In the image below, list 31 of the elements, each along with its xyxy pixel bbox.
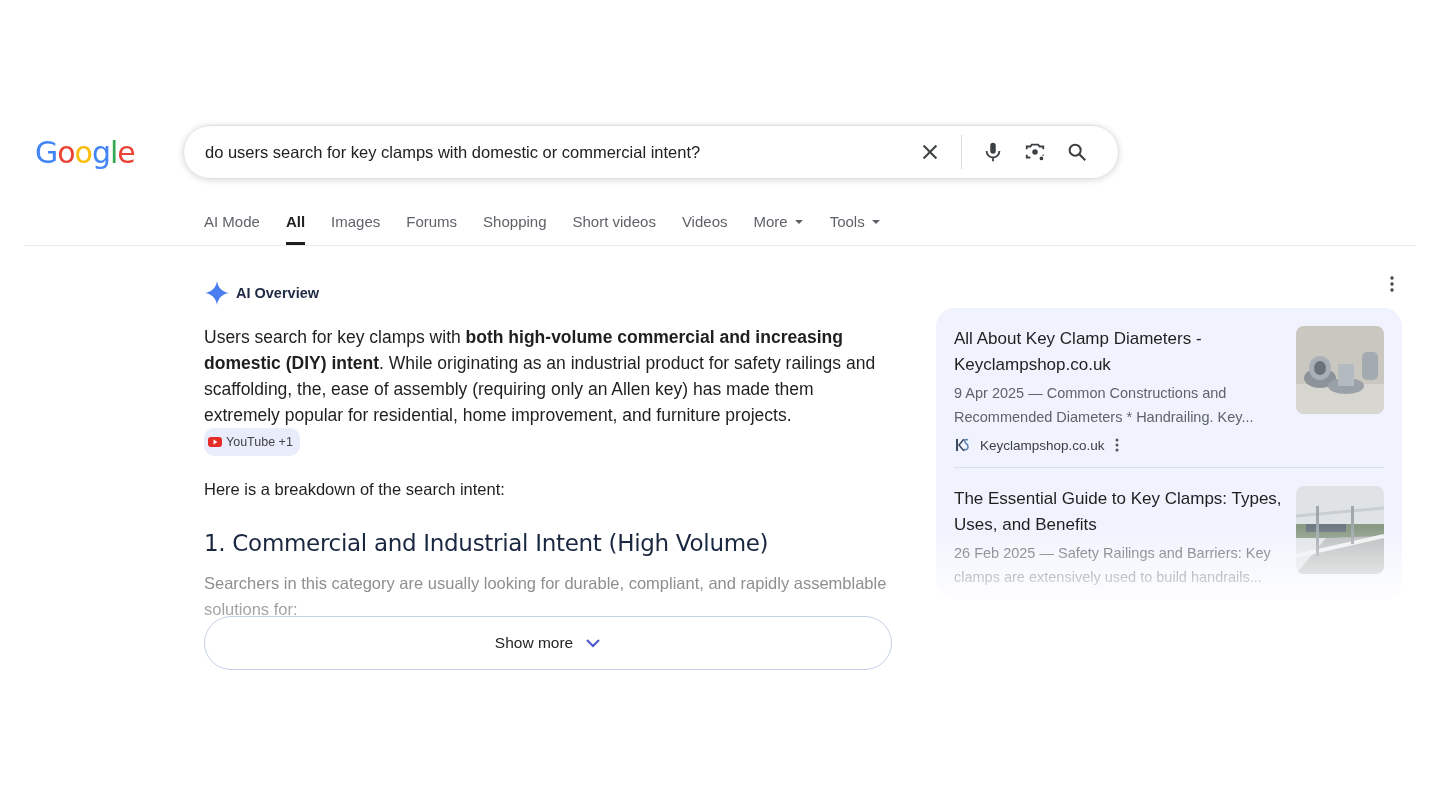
source-chip[interactable]: YouTube +1: [204, 428, 300, 456]
section-heading: 1. Commercial and Industrial Intent (High Volume): [204, 530, 770, 556]
google-logo[interactable]: Google: [35, 134, 183, 170]
source-title[interactable]: The Essential Guide to Key Clamps: Types, Uses, and Benefits: [954, 486, 1284, 538]
site-name[interactable]: Keyclampshop.co.uk: [980, 437, 1105, 453]
video-play-icon: [208, 437, 222, 447]
search-tab[interactable]: Videos: [681, 213, 728, 245]
search-icon[interactable]: [1066, 141, 1088, 163]
search-tab[interactable]: Short videos: [572, 213, 656, 245]
search-tab[interactable]: More: [753, 213, 804, 245]
more-options-icon[interactable]: [1390, 276, 1394, 292]
source-title[interactable]: All About Key Clamp Diameters - Keyclampshop.co.uk: [954, 326, 1284, 378]
search-tab[interactable]: AI Mode: [204, 213, 260, 245]
source-snippet: 26 Feb 2025 — Safety Railings and Barriers: Key clamps are extensively used to build handrails...: [954, 544, 1272, 587]
more-options-icon[interactable]: [1114, 438, 1119, 452]
site-favicon-icon: [954, 437, 970, 453]
search-tab[interactable]: Shopping: [483, 213, 547, 245]
search-tab[interactable]: Tools: [829, 213, 881, 245]
ai-overview-title: AI Overview: [236, 285, 319, 301]
caret-icon[interactable]: [870, 218, 881, 225]
source-snippet: 9 Apr 2025 — Common Constructions and Recommended Diameters * Handrailing. Key...: [954, 384, 1255, 427]
show-more-button[interactable]: Show more: [204, 616, 892, 670]
search-tab[interactable]: Forums: [406, 213, 458, 245]
chevron-down-icon: [585, 638, 602, 648]
caret-icon[interactable]: [793, 218, 804, 225]
intro-text: Here is a breakdown of the search intent:: [204, 479, 506, 500]
summary-text: Users search for key clamps with both high-volume commercial and increasing domestic (DIY) intent. While originating as an industrial product for safety railings and scaffolding, the, ease of assembly (requiring only an Allen key) has made them extremely popular for residential, home improvement, and furniture projects. YouTube +1: [204, 324, 892, 456]
camera-icon[interactable]: [1024, 141, 1046, 163]
search-query[interactable]: do users search for key clamps with domestic or commercial intent?: [205, 142, 899, 162]
sparkle-icon: [204, 280, 230, 306]
search-tab[interactable]: Images: [331, 213, 381, 245]
